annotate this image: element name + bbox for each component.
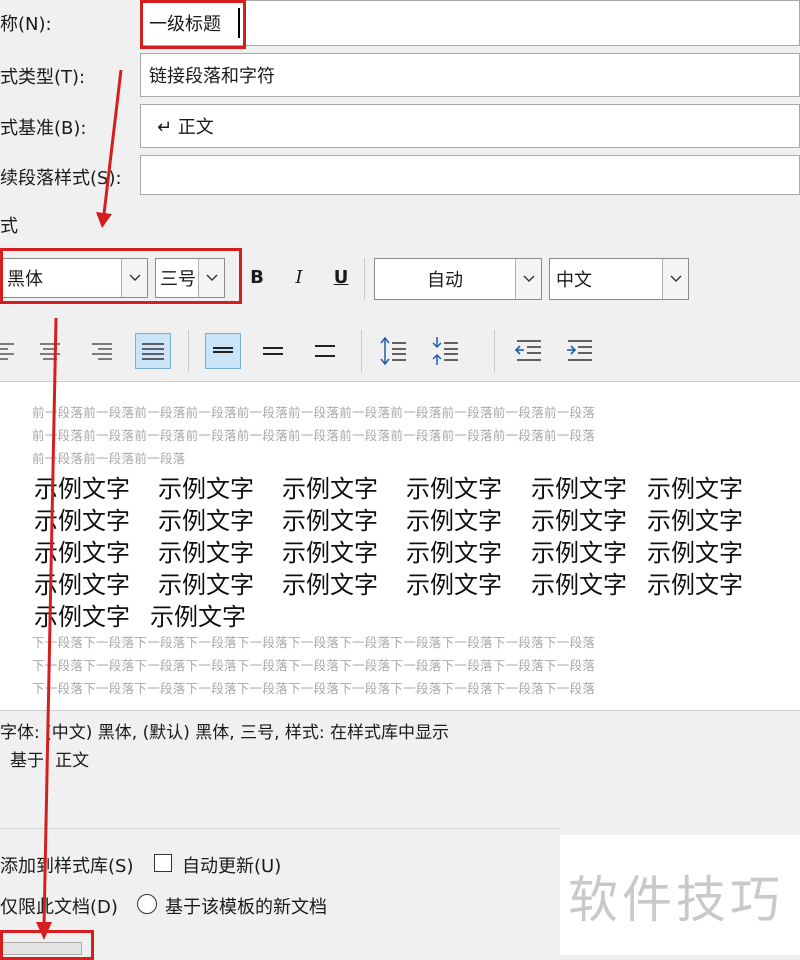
text-cursor	[238, 8, 240, 38]
arrow-line	[42, 317, 58, 927]
arrow-line	[102, 69, 123, 215]
annotation-arrows	[36, 69, 123, 940]
arrow-head	[96, 212, 112, 228]
arrow-head	[36, 922, 52, 940]
